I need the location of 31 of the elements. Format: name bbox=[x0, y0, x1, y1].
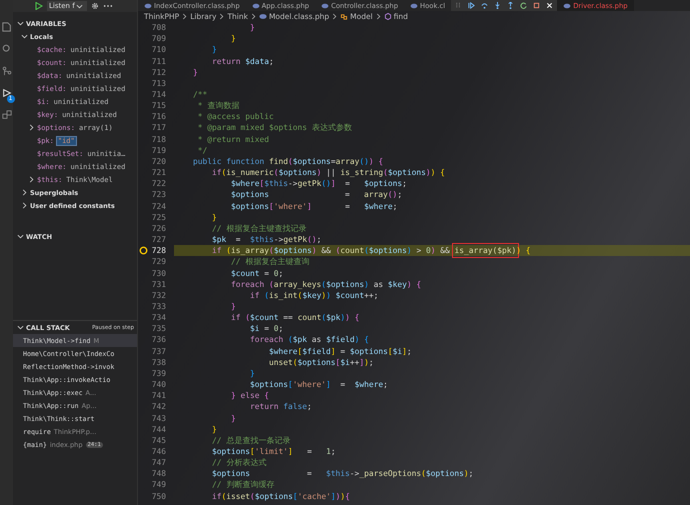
chevron-icon bbox=[250, 13, 256, 20]
chevron-icon bbox=[219, 13, 224, 20]
chevron-icon bbox=[376, 13, 381, 20]
chevron-icon bbox=[76, 2, 83, 10]
restart-icon[interactable] bbox=[520, 2, 528, 9]
cube-icon bbox=[384, 13, 392, 20]
step-into-icon[interactable] bbox=[494, 2, 502, 9]
grip-icon[interactable] bbox=[455, 2, 462, 9]
chevron-icon bbox=[182, 13, 188, 20]
continue-icon[interactable] bbox=[468, 2, 476, 9]
close-icon[interactable] bbox=[546, 2, 554, 9]
file-icon bbox=[144, 2, 152, 8]
file-icon bbox=[321, 2, 330, 8]
files-icon[interactable] bbox=[2, 22, 12, 32]
extensions-icon[interactable] bbox=[2, 110, 12, 120]
file-icon bbox=[410, 2, 418, 8]
search-icon[interactable] bbox=[2, 44, 12, 54]
stop-icon[interactable] bbox=[533, 2, 540, 9]
settings-icon[interactable] bbox=[90, 2, 99, 10]
chevron-icon[interactable] bbox=[28, 124, 35, 131]
class-icon bbox=[340, 13, 348, 20]
debug-icon[interactable] bbox=[2, 88, 12, 98]
branch-icon[interactable] bbox=[2, 66, 12, 76]
step-over-icon[interactable] bbox=[481, 2, 488, 9]
chevron-icon bbox=[332, 13, 338, 20]
step-out-icon[interactable] bbox=[507, 2, 514, 9]
chevron-icon bbox=[17, 324, 24, 331]
play-icon[interactable] bbox=[35, 2, 43, 10]
more-icon[interactable] bbox=[102, 4, 113, 8]
file-icon bbox=[563, 2, 572, 8]
chevron-icon bbox=[17, 233, 24, 240]
